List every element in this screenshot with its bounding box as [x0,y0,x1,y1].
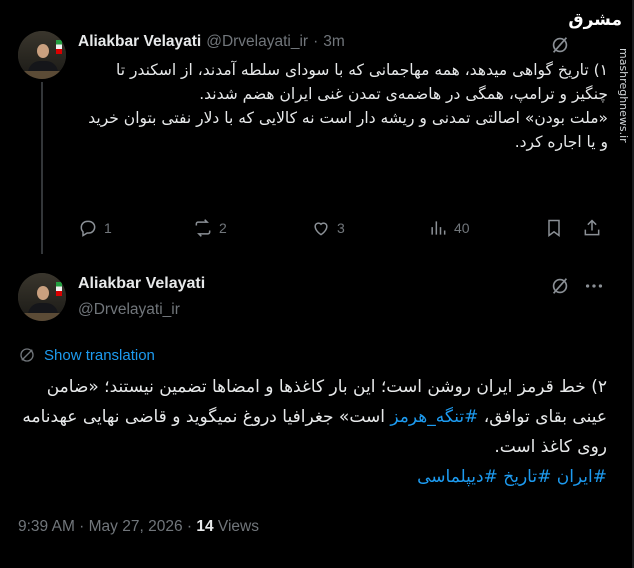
watermark-logo: مشرق [568,10,623,30]
show-translation-link[interactable]: Show translation [18,346,155,364]
show-translation-label: Show translation [44,346,155,364]
avatar[interactable] [18,31,66,79]
share-button[interactable] [582,218,602,238]
reply-count: 1 [104,220,112,236]
more-icon[interactable] [583,275,605,297]
repost-count: 2 [219,220,227,236]
bookmark-button[interactable] [544,218,564,238]
repost-button[interactable]: 2 [193,218,227,238]
tweet-body: ۱) تاریخ گواهی میدهد، همه مهاجمانی که با… [78,58,608,154]
reply-icon [80,220,96,237]
author-handle[interactable]: @Drvelayati_ir [206,33,308,51]
grok-icon[interactable] [549,275,571,297]
views-label: Views [213,518,259,535]
author-handle[interactable]: @Drvelayati_ir [78,301,180,319]
separator-dot: · [313,33,319,50]
reply-button[interactable]: 1 [78,218,112,238]
tweet-actions: 1 2 3 40 [0,218,634,244]
views-button[interactable]: 40 [428,218,470,238]
like-icon [314,222,328,236]
hashtags[interactable]: #ایران #تاریخ #دیپلماسی [18,462,607,492]
watermark-url: mashreghnews.ir [617,48,630,143]
translate-icon [20,348,34,362]
like-count: 3 [337,220,345,236]
grok-icon[interactable] [549,34,571,56]
tweet-footer: 9:39 AM · May 27, 2026 · 14 Views [18,518,259,536]
avatar[interactable] [18,273,66,321]
hashtag-link[interactable]: #تنگه_هرمز [390,407,478,427]
tweet-timestamp[interactable]: 9:39 AM · May 27, 2026 · [18,518,196,535]
tweet-time[interactable]: 3m [323,33,345,51]
author-name[interactable]: Aliakbar Velayati [78,33,201,51]
like-button[interactable]: 3 [311,218,345,238]
tweet-header: Aliakbar Velayati @Drvelayati_ir · 3m [78,33,345,51]
views-number: 14 [196,518,214,535]
tweet-paragraph: ۲) خط قرمز ایران روشن است؛ این بار کاغذه… [18,372,607,462]
author-name[interactable]: Aliakbar Velayati [78,275,205,293]
repost-icon [195,219,211,237]
views-count: 40 [454,220,470,236]
tweet-paragraph: «ملت بودن» اصالتی تمدنی و ریشه دار است ن… [88,109,608,151]
views-icon [431,221,446,235]
tweet-body: ۲) خط قرمز ایران روشن است؛ این بار کاغذه… [18,372,607,492]
tweet-paragraph: ۱) تاریخ گواهی میدهد، همه مهاجمانی که با… [116,61,608,103]
share-icon [584,219,600,236]
bookmark-icon [548,219,560,237]
